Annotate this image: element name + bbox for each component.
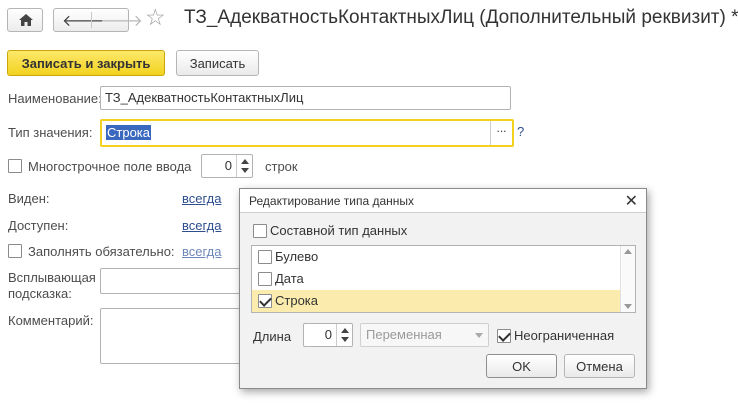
close-icon[interactable]: ✕ [625,191,638,211]
tooltip-label-line2: подсказка: [8,286,72,301]
length-variant-value: Переменная [366,327,442,342]
comment-label: Комментарий: [8,313,94,328]
name-label: Наименование: [8,91,102,106]
type-checkbox-date[interactable] [258,272,272,286]
back-arrow-icon[interactable]: 🡐 [62,10,105,31]
forward-arrow-icon[interactable]: 🡒 [100,10,143,31]
visible-link[interactable]: всегда [182,191,221,206]
scroll-down-icon[interactable] [624,304,632,309]
type-field[interactable]: Строка ... [100,119,514,147]
available-link[interactable]: всегда [182,218,221,233]
scroll-up-icon[interactable] [624,249,632,254]
type-help-link[interactable]: ? [517,124,524,139]
unlimited-label: Неограниченная [514,328,615,343]
type-select-button[interactable]: ... [490,121,512,145]
page-title: ТЗ_АдекватностьКонтактныхЛиц (Дополнител… [184,7,738,28]
required-link[interactable]: всегда [182,244,221,259]
list-scrollbar[interactable] [620,246,635,312]
history-nav: 🡐 🡒 [53,8,143,32]
type-list-item-date[interactable]: Дата [252,268,620,290]
type-list: Булево Дата Строка [251,245,636,313]
type-value: Строка [106,125,152,140]
save-button[interactable]: Записать [176,50,259,76]
type-label-string: Строка [275,293,319,308]
multiline-label: Многострочное поле ввода [28,159,192,174]
favorite-star-icon[interactable]: ☆ [145,4,166,31]
length-stepper-arrows[interactable] [336,324,352,346]
comment-field[interactable] [100,308,245,364]
data-type-dialog: Редактирование типа данных ✕ Составной т… [239,188,647,389]
type-label-bool: Булево [275,249,319,264]
home-icon [19,14,33,26]
home-button[interactable] [7,8,43,32]
cancel-button[interactable]: Отмена [564,354,635,378]
multiline-rows-stepper[interactable]: 0 [201,154,253,178]
name-field[interactable]: ТЗ_АдекватностьКонтактныхЛиц [100,86,511,110]
dialog-title-bar: Редактирование типа данных ✕ [240,189,646,213]
type-list-item-string[interactable]: Строка [252,290,620,312]
chevron-down-icon [475,333,483,338]
type-checkbox-string[interactable] [258,294,272,308]
required-checkbox[interactable] [8,244,22,258]
dialog-title: Редактирование типа данных [249,194,415,208]
rows-label: строк [265,159,298,174]
length-variant-select[interactable]: Переменная [360,323,489,347]
length-value: 0 [324,327,332,342]
length-down-icon[interactable] [341,337,349,342]
composite-type-checkbox[interactable] [253,224,267,238]
ok-button[interactable]: OK [486,354,557,378]
save-and-close-button[interactable]: Записать и закрыть [7,50,165,76]
multiline-checkbox[interactable] [8,159,22,173]
tooltip-label-line1: Всплывающая [8,270,96,285]
length-stepper[interactable]: 0 [303,323,353,347]
available-label: Доступен: [8,218,69,233]
type-label: Тип значения: [8,125,93,140]
stepper-arrows[interactable] [236,155,252,177]
type-checkbox-bool[interactable] [258,250,272,264]
visible-label: Виден: [8,191,50,206]
type-list-item-bool[interactable]: Булево [252,246,620,268]
multiline-rows-value: 0 [224,158,232,173]
stepper-down-icon[interactable] [241,168,249,173]
stepper-up-icon[interactable] [241,159,249,164]
length-up-icon[interactable] [341,328,349,333]
composite-type-label: Составной тип данных [270,223,408,238]
tooltip-field[interactable] [100,268,245,294]
unlimited-checkbox[interactable] [497,329,511,343]
required-label: Заполнять обязательно: [28,244,175,259]
tooltip-label: Всплывающая подсказка: [8,270,96,302]
type-label-date: Дата [275,271,304,286]
length-label: Длина [253,329,292,344]
